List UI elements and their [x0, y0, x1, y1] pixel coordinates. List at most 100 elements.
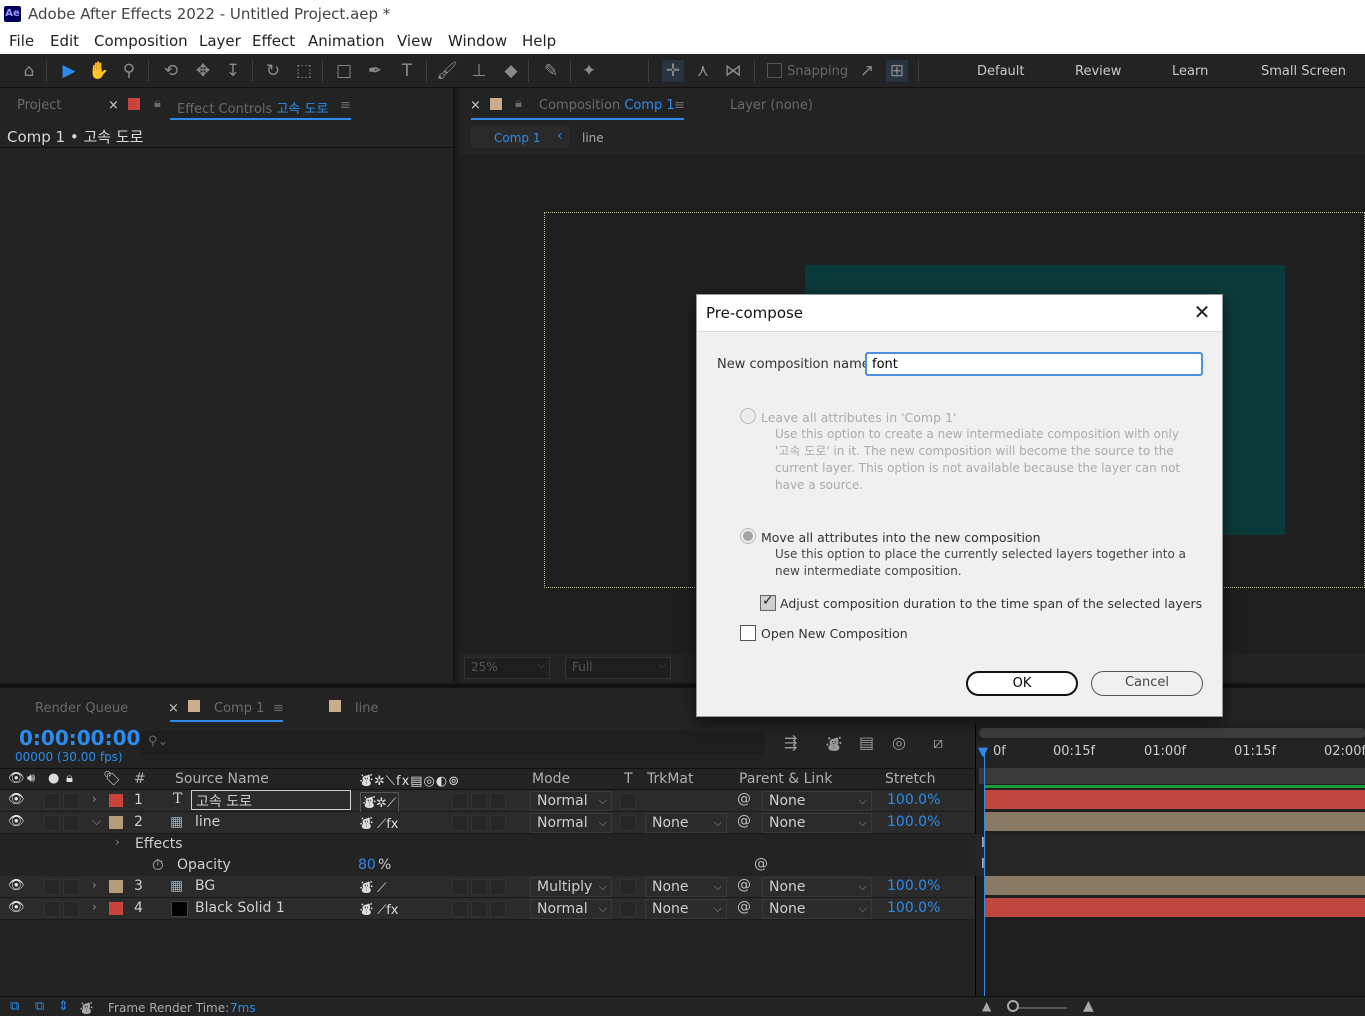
pickwhip-icon[interactable]: @ [737, 899, 751, 915]
time-navigator[interactable] [979, 728, 1365, 738]
tab-project[interactable]: Project [17, 98, 61, 113]
stretch-value[interactable]: 100.0% [887, 878, 940, 894]
roto-brush-tool-icon[interactable]: ✎ [540, 60, 562, 82]
layer-switches-icon[interactable]: ⛇ ⟋fx [360, 900, 399, 919]
leave-attributes-radio[interactable] [740, 408, 756, 424]
layer-1-bar[interactable] [985, 790, 1365, 809]
type-tool-icon[interactable]: T [396, 60, 418, 82]
home-icon[interactable]: ⌂ [18, 60, 40, 82]
close-icon[interactable]: ✕ [1191, 301, 1213, 323]
tab-line[interactable]: line [355, 701, 378, 716]
eraser-tool-icon[interactable]: ◆ [500, 60, 522, 82]
pen-tool-icon[interactable]: ✒ [364, 60, 386, 82]
zoom-slider-handle[interactable] [1007, 1000, 1019, 1012]
lock-icon[interactable]: 🔒︎ [154, 96, 161, 111]
layer-name[interactable]: 고속 도로 [191, 790, 351, 810]
opacity-value[interactable]: 80 [358, 857, 376, 873]
layer-label-color[interactable] [109, 880, 123, 893]
ok-button[interactable]: OK [966, 671, 1078, 696]
switch-box[interactable] [471, 879, 487, 895]
shy-collapse-switches-icon[interactable]: ⛇✲⟋ [360, 792, 399, 813]
menu-layer[interactable]: Layer [199, 32, 241, 50]
menu-help[interactable]: Help [522, 32, 556, 50]
preserve-transparency-box[interactable] [620, 793, 636, 809]
pan-camera-icon[interactable]: ✥ [192, 60, 214, 82]
switch-box[interactable] [452, 793, 468, 809]
menu-edit[interactable]: Edit [50, 32, 79, 50]
collapse-chevron-icon[interactable]: ⌵ [92, 814, 101, 829]
pickwhip-icon[interactable]: @ [737, 877, 751, 893]
parent-dropdown[interactable]: None ⌵ [762, 899, 872, 919]
layer-4-bar[interactable] [985, 898, 1365, 917]
effects-group-row[interactable]: › Effects [0, 834, 975, 855]
workspace-default[interactable]: Default [977, 64, 1025, 79]
close-icon[interactable]: × [108, 98, 119, 113]
layer-label-color[interactable] [109, 902, 123, 915]
switch-box[interactable] [471, 815, 487, 831]
solo-box[interactable] [44, 815, 60, 831]
stopwatch-icon[interactable]: ⏱ [152, 856, 164, 874]
preserve-transparency-box[interactable] [620, 879, 636, 895]
solo-switch-icon[interactable]: ● [48, 771, 59, 786]
resolution-dropdown[interactable]: Full ⌵ [565, 657, 671, 679]
graph-editor-icon[interactable]: ⧄ [933, 733, 943, 753]
opacity-property-row[interactable]: ⏱ Opacity 80 % @ [0, 855, 975, 876]
switch-box[interactable] [471, 793, 487, 809]
switch-box[interactable] [452, 879, 468, 895]
lock-box[interactable] [63, 815, 79, 831]
layer-2-bar[interactable] [985, 812, 1365, 831]
puppet-pin-tool-icon[interactable]: ✦ [578, 60, 600, 82]
switch-box[interactable] [471, 901, 487, 917]
panel-menu-icon[interactable]: ≡ [340, 98, 351, 113]
workspace-small-screen[interactable]: Small Screen [1261, 64, 1346, 79]
switch-box[interactable] [452, 901, 468, 917]
label-column-icon[interactable]: 🏷 [103, 771, 121, 787]
orbit-camera-icon[interactable]: ⟲ [160, 60, 182, 82]
layer-3-bar[interactable] [985, 876, 1365, 895]
lock-icon[interactable]: 🔒︎ [515, 96, 522, 111]
menu-window[interactable]: Window [448, 32, 507, 50]
move-attributes-radio[interactable] [740, 528, 756, 544]
zoom-tool-icon[interactable]: ⚲ [118, 60, 140, 82]
panel-menu-icon[interactable]: ≡ [674, 98, 685, 113]
tab-effect-controls[interactable]: Effect Controls 고속 도로 [177, 98, 328, 117]
mode-dropdown[interactable]: Normal ⌵ [530, 899, 612, 919]
mode-dropdown[interactable]: Normal ⌵ [530, 813, 612, 833]
menu-view[interactable]: View [397, 32, 433, 50]
preserve-transparency-box[interactable] [620, 901, 636, 917]
mode-dropdown[interactable]: Normal ⌵ [530, 791, 612, 811]
layer-name[interactable]: line [195, 814, 220, 830]
layer-label-color[interactable] [109, 794, 123, 807]
rectangle-tool-icon[interactable]: □ [333, 60, 355, 82]
lock-switch-icon[interactable]: 🔒︎ [66, 771, 73, 786]
layer-row-1[interactable]: 👁 › 1 T 고속 도로 ⛇✲⟋ Normal ⌵ @ None ⌵ 100.0% [0, 790, 975, 813]
eye-icon[interactable]: 👁 [8, 814, 25, 829]
rotation-tool-icon[interactable]: ↻ [262, 60, 284, 82]
current-time-display[interactable]: 0:00:00:00 [19, 726, 140, 750]
zoom-out-icon[interactable]: ▲ [982, 999, 991, 1013]
lock-box[interactable] [63, 879, 79, 895]
solo-box[interactable] [44, 901, 60, 917]
close-icon[interactable]: × [470, 98, 481, 113]
eye-icon[interactable]: 👁 [8, 792, 25, 807]
render-time-toggle-icon[interactable]: ⛇ [80, 999, 93, 1016]
tab-render-queue[interactable]: Render Queue [35, 701, 128, 716]
tab-composition[interactable]: Composition Comp 1 [539, 98, 675, 113]
hand-tool-icon[interactable]: ✋ [88, 60, 110, 82]
layer-switches-toggle-icon[interactable]: ⧉ [10, 999, 19, 1014]
expand-chevron-icon[interactable]: › [92, 792, 97, 806]
pickwhip-icon[interactable]: @ [737, 791, 751, 807]
pickwhip-icon[interactable]: @ [737, 813, 751, 829]
trkmat-dropdown[interactable]: None ⌵ [645, 877, 727, 897]
layer-switches-icon[interactable]: ⛇ ⟋fx [360, 814, 399, 833]
timeline-search-input[interactable]: ⚲⌄ [140, 731, 765, 755]
trkmat-dropdown[interactable]: None ⌵ [645, 813, 727, 833]
stretch-value[interactable]: 100.0% [887, 814, 940, 830]
current-time-indicator[interactable] [984, 748, 985, 996]
work-area-bar[interactable] [979, 768, 1365, 784]
panel-menu-icon[interactable]: ≡ [273, 701, 284, 716]
composition-name-input[interactable] [865, 352, 1203, 376]
close-icon[interactable]: × [168, 701, 179, 716]
workspace-learn[interactable]: Learn [1172, 64, 1208, 79]
clone-stamp-tool-icon[interactable]: ⊥ [468, 60, 490, 82]
